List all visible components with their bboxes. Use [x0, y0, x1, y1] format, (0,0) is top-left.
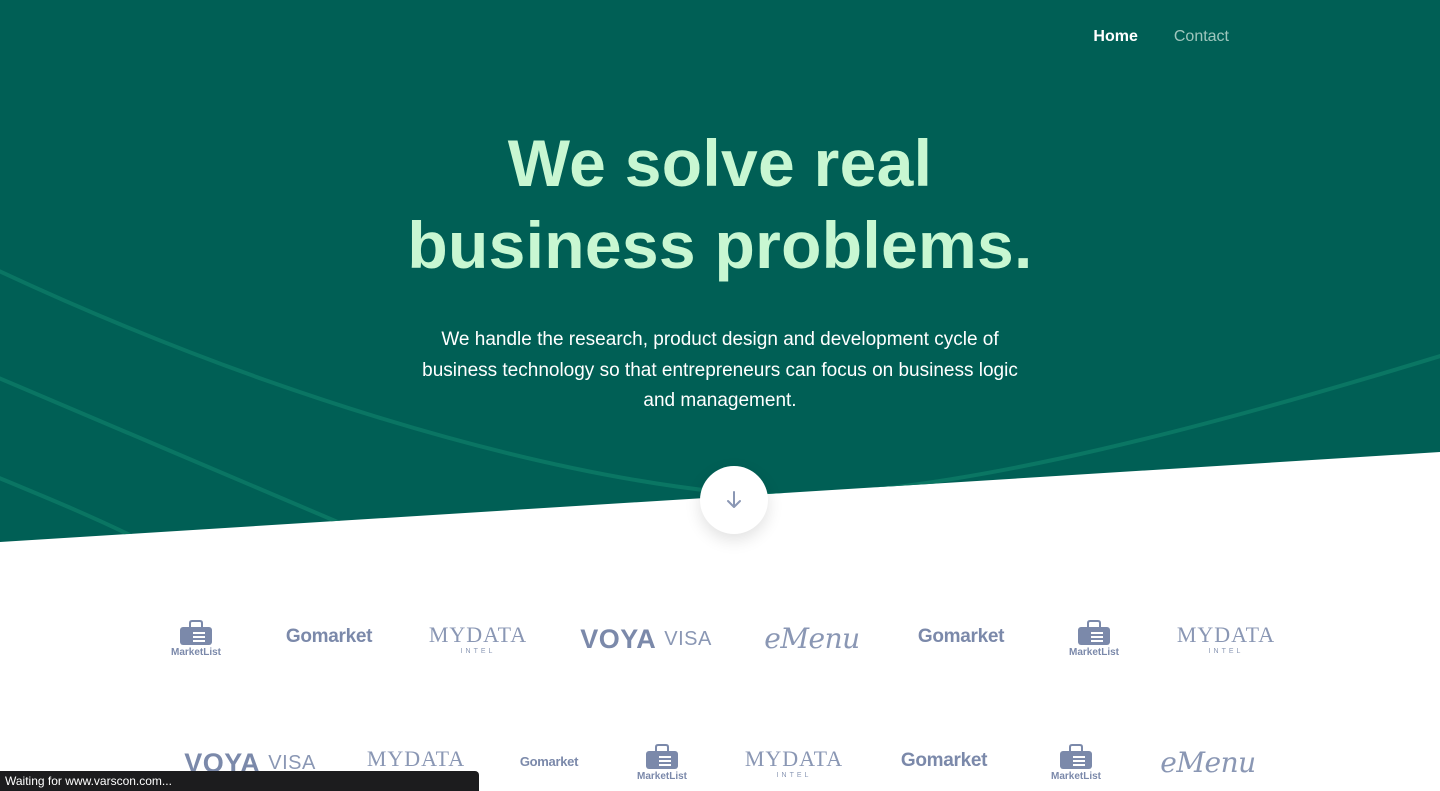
- visa-logo-text: VISA: [664, 628, 712, 650]
- gomarket-logo: Gomarket: [898, 750, 990, 772]
- emenu-logo-text: eMenu: [1160, 746, 1256, 779]
- shopping-bag-icon: [1060, 744, 1092, 769]
- browser-status-bar: Waiting for www.varscon.com...: [0, 771, 479, 791]
- mydata-logo-text: MYDATA: [366, 746, 466, 771]
- mydata-logo: MYDATA INTEL: [428, 622, 528, 656]
- mydata-logo: MYDATA INTEL: [744, 746, 844, 780]
- gomarket-logo: Gomarket: [518, 754, 580, 769]
- gomarket-logo-text: Gomarket: [519, 754, 579, 769]
- marketlist-logo-text: MarketList: [1068, 647, 1119, 658]
- marketlist-logo: MarketList: [632, 744, 692, 782]
- mydata-logo-text: MYDATA: [744, 746, 844, 771]
- mydata-logo: MYDATA: [366, 746, 466, 771]
- mydata-logo-text: MYDATA: [1176, 622, 1276, 647]
- gomarket-logo: Gomarket: [284, 626, 374, 648]
- mydata-logo-subtext: INTEL: [776, 772, 812, 779]
- arrow-down-icon: [727, 491, 741, 508]
- shopping-bag-icon: [646, 744, 678, 769]
- shopping-bag-icon: [1078, 620, 1110, 645]
- gomarket-logo-text: Gomarket: [900, 750, 988, 771]
- marketlist-logo: MarketList: [166, 620, 226, 658]
- gomarket-logo-text: Gomarket: [285, 626, 373, 647]
- emenu-logo: eMenu: [1160, 746, 1256, 779]
- nav-contact-link[interactable]: Contact: [1174, 28, 1229, 46]
- mydata-logo-subtext: INTEL: [1208, 648, 1244, 655]
- shopping-bag-icon: [180, 620, 212, 645]
- mydata-logo: MYDATA INTEL: [1176, 622, 1276, 656]
- client-logos-row-1: MarketList Gomarket MYDATA INTEL VOYA VI…: [0, 612, 1440, 672]
- emenu-logo-text: eMenu: [764, 622, 860, 655]
- marketlist-logo: MarketList: [1046, 744, 1106, 782]
- marketlist-logo-text: MarketList: [170, 647, 221, 658]
- marketlist-logo-text: MarketList: [1050, 771, 1101, 782]
- top-nav: Home Contact: [1093, 28, 1229, 46]
- marketlist-logo-text: MarketList: [636, 771, 687, 782]
- gomarket-logo: Gomarket: [916, 626, 1006, 648]
- hero-subtext: We handle the research, product design a…: [422, 329, 1018, 411]
- scroll-down-button[interactable]: [700, 466, 768, 534]
- headline-line-2: business problems.: [407, 208, 1033, 282]
- mydata-logo-text: MYDATA: [428, 622, 528, 647]
- gomarket-logo-text: Gomarket: [917, 626, 1005, 647]
- emenu-logo: eMenu: [764, 622, 860, 655]
- voya-visa-logo: VOYA VISA: [580, 624, 712, 655]
- headline-line-1: We solve real: [507, 126, 933, 200]
- marketlist-logo: MarketList: [1064, 620, 1124, 658]
- hero-section: Home Contact We solve real business prob…: [0, 0, 1440, 560]
- hero-headline: We solve real business problems.: [0, 122, 1440, 286]
- mydata-logo-subtext: INTEL: [460, 648, 496, 655]
- nav-home-link[interactable]: Home: [1093, 28, 1137, 46]
- voya-logo-text: VOYA: [580, 624, 657, 654]
